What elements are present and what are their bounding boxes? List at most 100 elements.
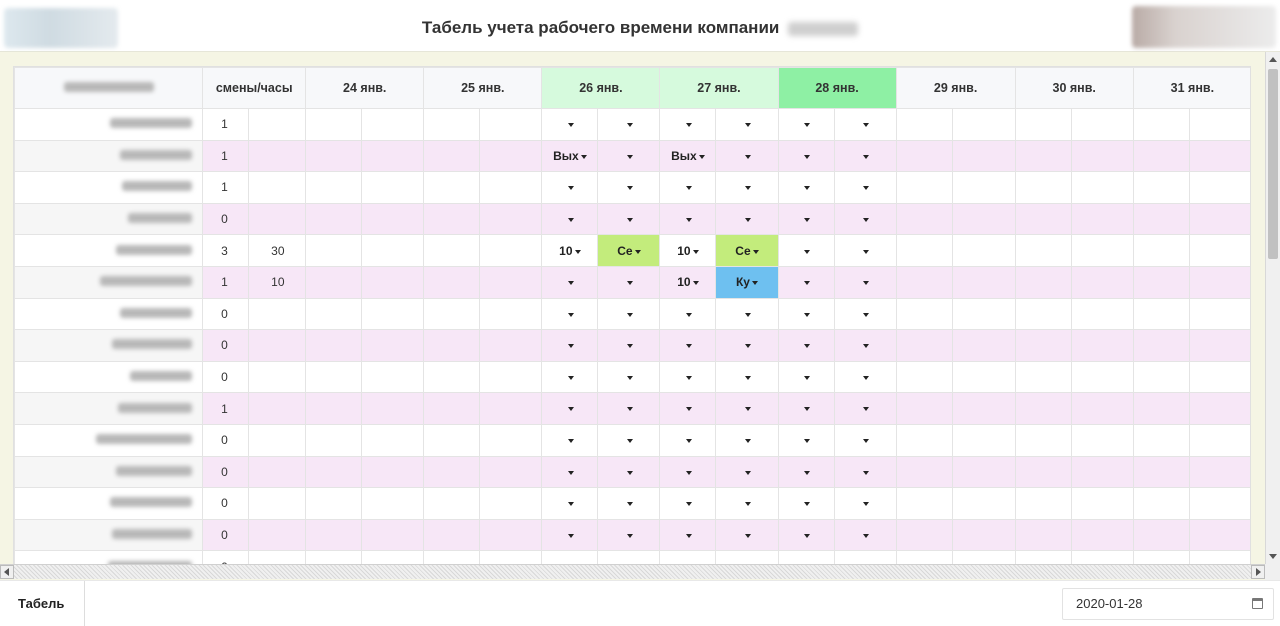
day-shift-select[interactable]: Ку	[715, 265, 779, 299]
day-shift-select[interactable]	[659, 392, 717, 425]
day-shift-select[interactable]	[597, 108, 661, 141]
shift-dropdown[interactable]	[625, 496, 633, 510]
day-shift-select[interactable]	[715, 455, 779, 489]
day-shift-select[interactable]	[833, 265, 897, 299]
day-shift-select[interactable]	[597, 171, 661, 204]
caret-down-icon[interactable]	[863, 533, 870, 538]
caret-down-icon[interactable]	[634, 249, 641, 254]
shift-dropdown[interactable]	[802, 370, 811, 384]
caret-down-icon[interactable]	[567, 312, 574, 317]
caret-down-icon[interactable]	[685, 407, 692, 412]
day-shift-select[interactable]	[715, 108, 779, 141]
scroll-right-icon[interactable]	[1256, 568, 1261, 576]
caret-down-icon[interactable]	[863, 407, 870, 412]
caret-down-icon[interactable]	[804, 470, 811, 475]
shift-dropdown[interactable]	[684, 117, 692, 131]
employee-name-cell[interactable]	[14, 487, 204, 520]
day-shift-select[interactable]	[541, 202, 599, 236]
shift-dropdown[interactable]	[802, 180, 811, 194]
caret-down-icon[interactable]	[685, 123, 692, 128]
day-shift-select[interactable]	[659, 487, 717, 520]
caret-down-icon[interactable]	[685, 375, 692, 380]
shift-dropdown[interactable]: 10	[559, 244, 581, 258]
shift-dropdown[interactable]	[684, 465, 692, 479]
shift-dropdown[interactable]	[566, 402, 574, 416]
day-shift-select[interactable]	[715, 518, 779, 552]
caret-down-icon[interactable]	[685, 439, 692, 444]
caret-down-icon[interactable]	[567, 375, 574, 380]
shift-dropdown[interactable]	[861, 244, 870, 258]
caret-down-icon[interactable]	[626, 123, 633, 128]
caret-down-icon[interactable]	[567, 439, 574, 444]
shift-dropdown[interactable]	[802, 402, 811, 416]
caret-down-icon[interactable]	[692, 249, 699, 254]
day-shift-select[interactable]	[541, 108, 599, 141]
employee-name-cell[interactable]	[14, 329, 204, 362]
day-shift-select[interactable]	[659, 455, 717, 489]
caret-down-icon[interactable]	[626, 470, 633, 475]
shift-dropdown[interactable]	[625, 180, 633, 194]
caret-down-icon[interactable]	[804, 502, 811, 507]
day-shift-select[interactable]	[541, 455, 599, 489]
caret-down-icon[interactable]	[626, 154, 633, 159]
day-shift-select[interactable]	[541, 360, 599, 394]
shift-dropdown[interactable]	[743, 496, 751, 510]
employee-name-cell[interactable]	[14, 265, 204, 299]
day-shift-select[interactable]	[597, 392, 661, 425]
shift-dropdown[interactable]	[625, 338, 633, 352]
day-shift-select[interactable]	[777, 423, 835, 457]
shift-dropdown[interactable]	[802, 496, 811, 510]
caret-down-icon[interactable]	[804, 375, 811, 380]
day-shift-select[interactable]	[833, 234, 897, 267]
caret-down-icon[interactable]	[626, 312, 633, 317]
shift-dropdown[interactable]	[743, 117, 751, 131]
shift-dropdown[interactable]: Се	[617, 244, 641, 258]
caret-down-icon[interactable]	[804, 407, 811, 412]
caret-down-icon[interactable]	[567, 123, 574, 128]
shift-dropdown[interactable]	[566, 180, 574, 194]
shift-dropdown[interactable]	[625, 402, 633, 416]
caret-down-icon[interactable]	[744, 344, 751, 349]
day-shift-select[interactable]	[541, 297, 599, 331]
employee-name-cell[interactable]	[14, 108, 204, 141]
caret-down-icon[interactable]	[574, 249, 581, 254]
day-shift-select[interactable]	[597, 518, 661, 552]
caret-down-icon[interactable]	[804, 249, 811, 254]
day-shift-select[interactable]	[715, 329, 779, 362]
shift-dropdown[interactable]	[802, 117, 811, 131]
day-shift-select[interactable]	[777, 487, 835, 520]
day-shift-select[interactable]	[777, 265, 835, 299]
caret-down-icon[interactable]	[804, 281, 811, 286]
caret-down-icon[interactable]	[744, 533, 751, 538]
day-shift-select[interactable]	[541, 487, 599, 520]
day-shift-select[interactable]	[597, 297, 661, 331]
day-shift-select[interactable]: 10	[659, 265, 717, 299]
employee-name-cell[interactable]	[14, 171, 204, 204]
day-shift-select[interactable]	[777, 392, 835, 425]
employee-name-cell[interactable]	[14, 234, 204, 267]
date-picker[interactable]: 2020-01-28	[1062, 588, 1274, 620]
caret-down-icon[interactable]	[685, 186, 692, 191]
caret-down-icon[interactable]	[567, 344, 574, 349]
day-shift-select[interactable]	[833, 487, 897, 520]
day-shift-select[interactable]	[715, 392, 779, 425]
caret-down-icon[interactable]	[626, 407, 633, 412]
horizontal-scrollbar[interactable]	[0, 564, 1265, 579]
day-shift-select[interactable]	[777, 234, 835, 267]
shift-dropdown[interactable]	[684, 180, 692, 194]
shift-dropdown[interactable]	[566, 465, 574, 479]
shift-dropdown[interactable]	[743, 370, 751, 384]
day-shift-select[interactable]	[833, 171, 897, 204]
caret-down-icon[interactable]	[804, 439, 811, 444]
shift-dropdown[interactable]	[743, 212, 751, 226]
shift-dropdown[interactable]: Вых	[553, 149, 587, 163]
shift-dropdown[interactable]	[861, 180, 870, 194]
shift-dropdown[interactable]	[802, 307, 811, 321]
day-shift-select[interactable]	[777, 455, 835, 489]
shift-dropdown[interactable]	[684, 212, 692, 226]
caret-down-icon[interactable]	[580, 154, 587, 159]
caret-down-icon[interactable]	[685, 502, 692, 507]
shift-dropdown[interactable]	[684, 338, 692, 352]
day-shift-select[interactable]	[715, 423, 779, 457]
shift-dropdown[interactable]	[861, 338, 870, 352]
